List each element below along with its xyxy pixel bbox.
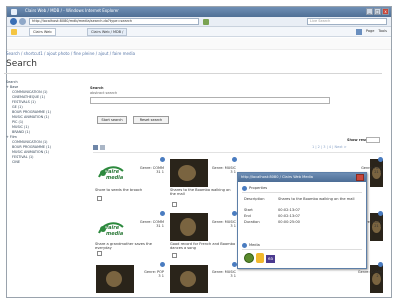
logo-text: faire media: [106, 225, 124, 237]
result-checkbox[interactable]: [97, 251, 102, 256]
info-icon[interactable]: [378, 157, 383, 162]
list-view-icon[interactable]: [100, 145, 105, 150]
tab-bar: Clairs Web Clairs Web / MDB / Page Tools: [7, 27, 391, 37]
popup-titlebar: http://localhost:8080 / Clairs Web Media: [238, 173, 366, 182]
result-thumb-logo[interactable]: faire media: [96, 163, 126, 183]
favorites-star-icon[interactable]: [11, 29, 17, 35]
info-icon[interactable]: [160, 262, 165, 267]
url-input[interactable]: http://localhost:8080/mdb/media/search.d…: [29, 18, 199, 25]
site-header: [7, 38, 391, 50]
result-count: 3 1: [230, 274, 236, 279]
pagination[interactable]: 1 | 2 | 3 | 4 | Next >: [312, 145, 347, 149]
popup-section-media: Media: [249, 243, 260, 247]
category-tree: Search + Base COMMUNICATION (1) CINEMATH…: [6, 80, 66, 165]
browser-search-input[interactable]: Live Search: [307, 18, 387, 25]
property-key: Description: [244, 197, 265, 201]
result-caption[interactable]: Shares to the Boombo walking on the mall: [170, 188, 236, 197]
result-count: 31 1: [156, 224, 164, 229]
page-menu[interactable]: Page: [366, 29, 374, 35]
info-icon[interactable]: [232, 157, 237, 162]
property-key: Duration: [244, 220, 260, 224]
back-icon[interactable]: [10, 18, 17, 25]
result-count: 3 1: [158, 274, 164, 279]
close-button[interactable]: x: [382, 8, 389, 15]
info-icon[interactable]: [160, 211, 165, 216]
minimize-button[interactable]: _: [366, 8, 373, 15]
media-section-icon: [242, 243, 247, 248]
property-value: 00:00:25:00: [278, 220, 300, 224]
result-thumb[interactable]: [170, 265, 208, 293]
result-count: 31 1: [156, 170, 164, 175]
media-player-icon[interactable]: [244, 253, 254, 263]
start-search-button[interactable]: Start search: [97, 116, 127, 124]
property-value: Shares to the Boombo walking on the mall: [278, 197, 355, 201]
property-value: 00:02:13:07: [278, 214, 300, 218]
info-icon[interactable]: [378, 262, 383, 267]
maximize-button[interactable]: □: [374, 8, 381, 15]
result-caption[interactable]: Shore to seeds the brooch: [95, 188, 165, 192]
title-bar: Clairs Web / MDB / - Windows Internet Ex…: [7, 7, 391, 17]
tree-item[interactable]: CINE: [6, 160, 66, 165]
media-vlc-icon[interactable]: [256, 253, 264, 263]
property-key: Start: [244, 208, 253, 212]
result-thumb[interactable]: [170, 213, 208, 241]
result-meta: Genre: MUSIC 3 1: [210, 270, 236, 279]
property-value: 00:02:13:07: [278, 208, 300, 212]
result-meta: Genre: COMM 31 1: [130, 166, 164, 175]
result-count: 2 1: [376, 274, 382, 279]
home-icon[interactable]: [355, 29, 362, 35]
popup-close-button[interactable]: [356, 174, 364, 181]
properties-icon: [242, 186, 247, 191]
result-count-select[interactable]: [366, 137, 380, 143]
info-icon[interactable]: [378, 211, 383, 216]
address-bar: http://localhost:8080/mdb/media/search.d…: [7, 17, 391, 27]
page-title: Search: [6, 59, 37, 69]
reset-search-button[interactable]: Reset search: [133, 116, 169, 124]
tab-clairs-web[interactable]: Clairs Web: [29, 28, 56, 36]
popup-title: http://localhost:8080 / Clairs Web Media: [241, 175, 313, 179]
popup-divider: [242, 192, 362, 193]
tab-clairs-mdb[interactable]: Clairs Web / MDB /: [87, 28, 128, 36]
forward-icon[interactable]: [19, 18, 26, 25]
tools-menu[interactable]: Tools: [378, 29, 387, 35]
result-caption[interactable]: Share a grandmother saves the everyday: [95, 242, 165, 251]
divider: [4, 73, 382, 74]
logo-text: faire media: [106, 169, 124, 181]
window-controls: _ □ x: [366, 8, 389, 15]
result-thumb[interactable]: [170, 159, 208, 187]
result-checkbox[interactable]: [172, 202, 177, 207]
result-meta: Genre: COMM 31 1: [130, 220, 164, 229]
window-title: Clairs Web / MDB / - Windows Internet Ex…: [25, 8, 119, 13]
popup-divider: [242, 249, 362, 250]
result-count: 3 1: [230, 170, 236, 175]
ie-icon: [11, 9, 17, 15]
result-checkbox[interactable]: [172, 253, 177, 258]
search-input[interactable]: [90, 97, 330, 104]
breadcrumb[interactable]: Search / shortcut1 / ajout photo / fine …: [6, 51, 135, 56]
media-file-icon[interactable]: ea: [266, 255, 275, 263]
info-icon[interactable]: [160, 157, 165, 162]
results-divider: [93, 152, 383, 153]
result-count: 3 1: [230, 224, 236, 229]
popup-section-properties: Properties: [249, 186, 268, 190]
property-key: End: [244, 214, 251, 218]
result-meta: Genre: MUSIC 3 1: [210, 220, 236, 229]
result-meta: Genre: MUSIC 3 1: [210, 166, 236, 175]
refresh-icon[interactable]: [203, 19, 209, 25]
search-label: Search: [90, 86, 104, 90]
search-hint: abstract search: [90, 91, 118, 95]
result-meta: Genre: COMM 2 1: [350, 270, 382, 279]
result-caption[interactable]: Good record for French and Boombo dances…: [170, 242, 236, 251]
result-meta: Genre: POP 3 1: [136, 270, 164, 279]
result-thumb[interactable]: [96, 265, 134, 293]
result-thumb-logo[interactable]: faire media: [96, 219, 126, 239]
media-popup: http://localhost:8080 / Clairs Web Media…: [237, 172, 367, 269]
grid-view-icon[interactable]: [93, 145, 98, 150]
result-checkbox[interactable]: [97, 196, 102, 201]
command-bar: Page Tools: [355, 29, 387, 35]
